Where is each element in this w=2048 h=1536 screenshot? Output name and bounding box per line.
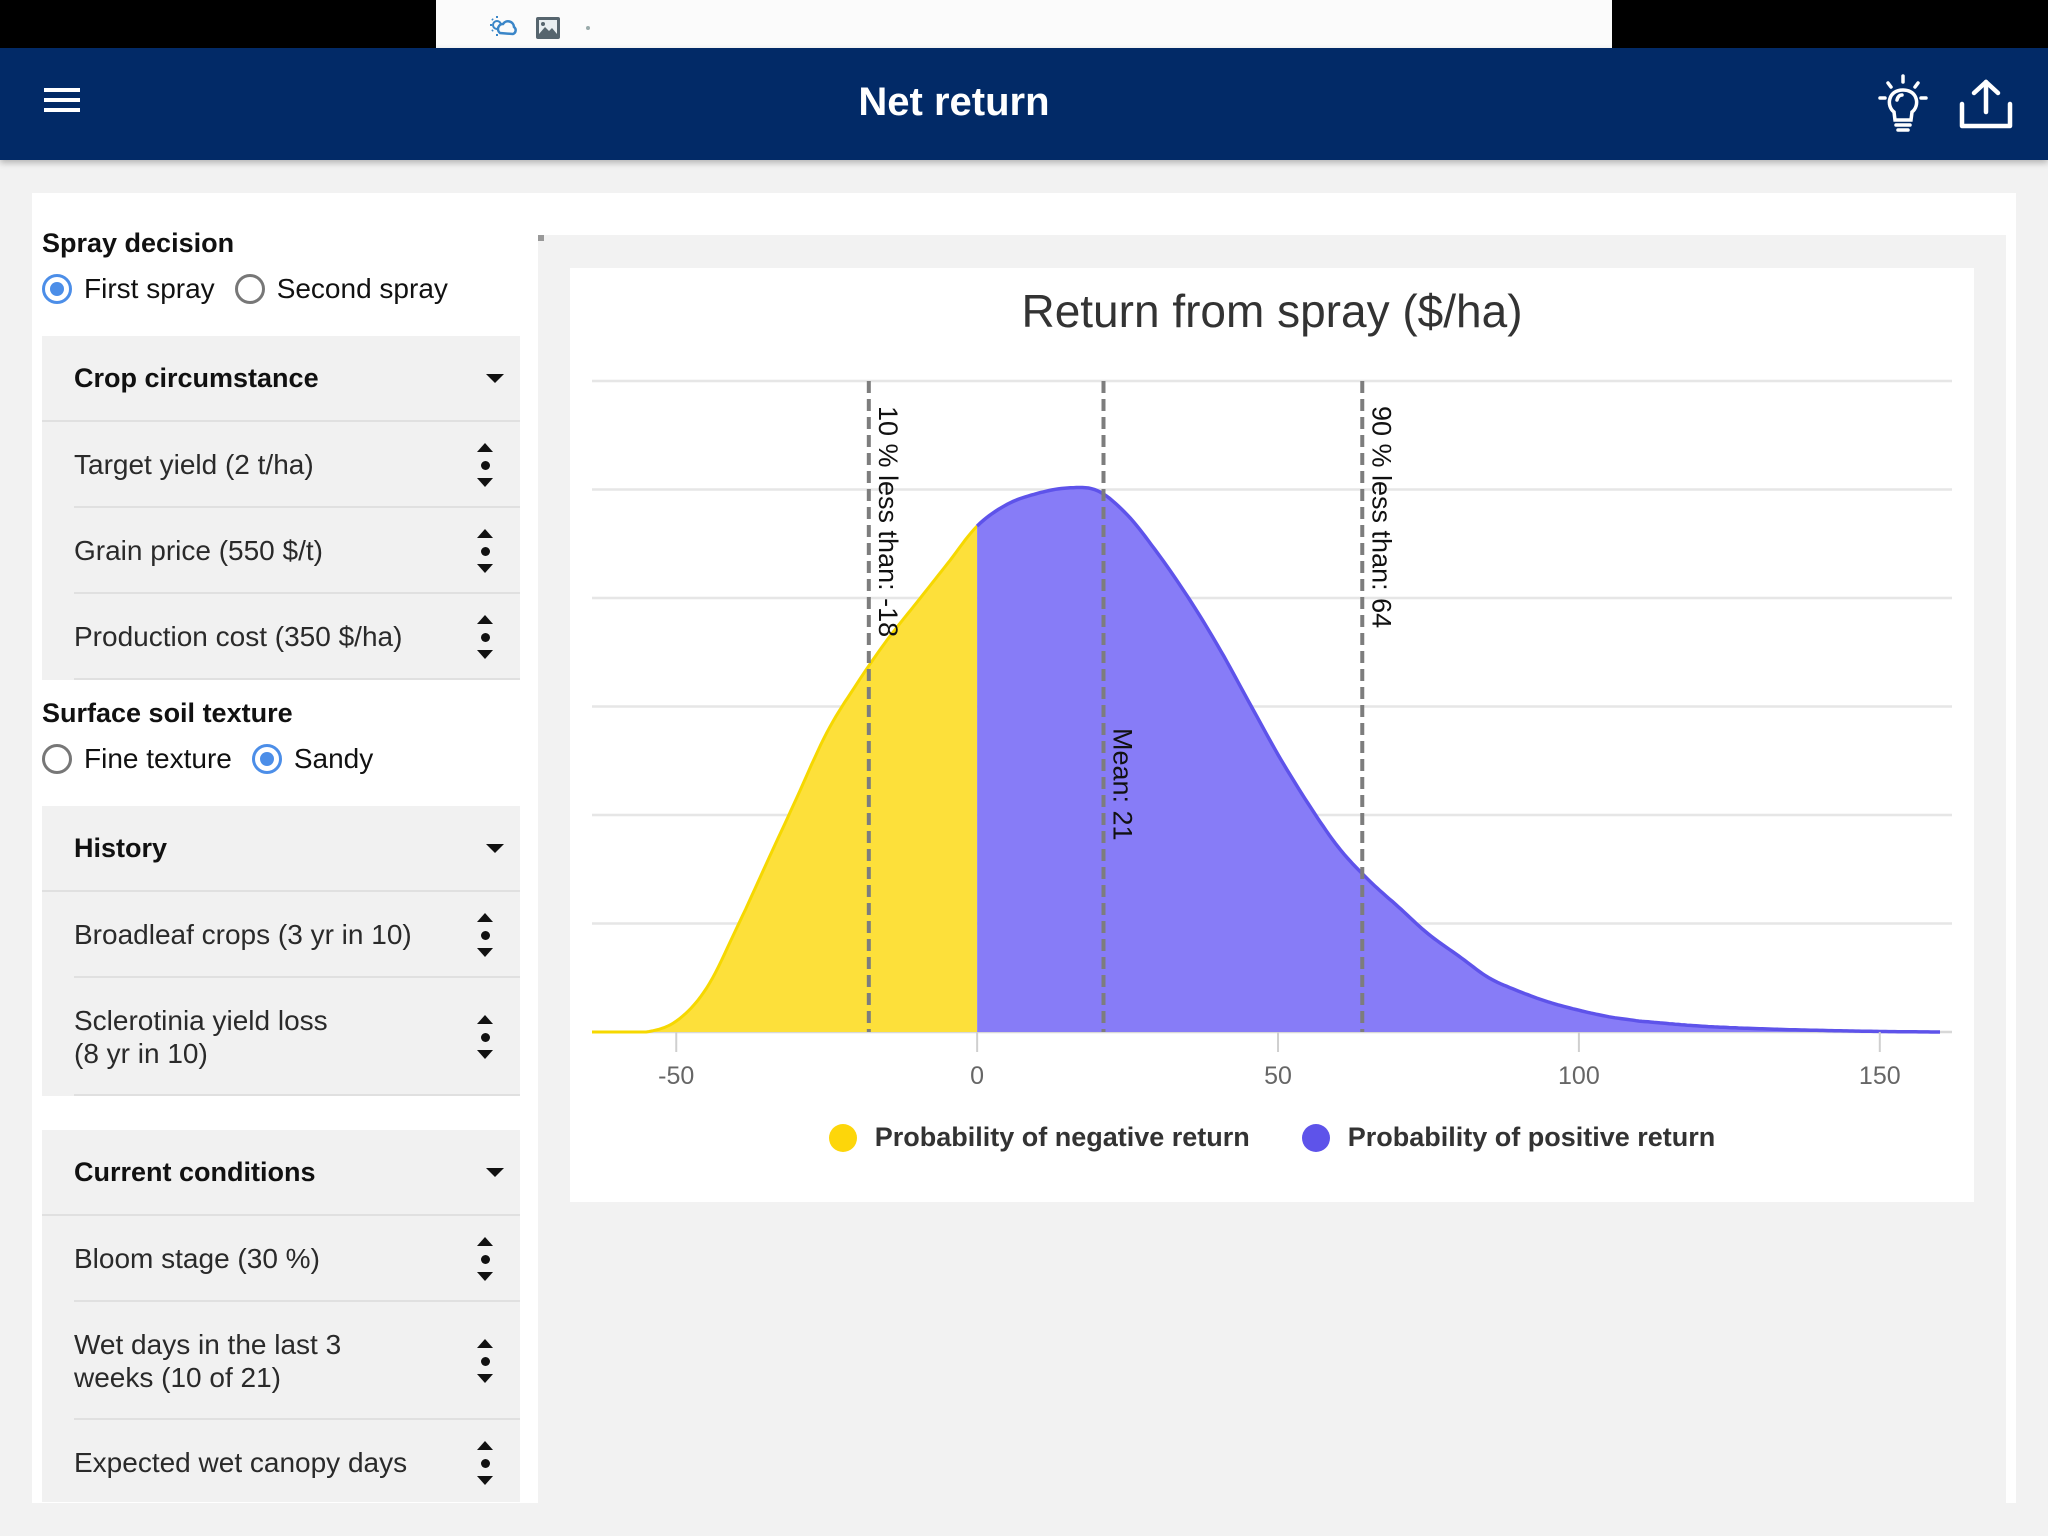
radio-label: Second spray bbox=[276, 273, 448, 304]
chart-legend: Probability of negative return Probabili… bbox=[570, 1122, 1974, 1153]
history-panel: History Broadleaf crops (3 yr in 10) Scl… bbox=[42, 806, 520, 1096]
reference-line-label: 10 % less than: -18 bbox=[873, 406, 903, 637]
caret-down-icon bbox=[486, 373, 504, 383]
radio-fine-texture[interactable]: Fine texture bbox=[42, 743, 232, 775]
spinner-icon[interactable] bbox=[474, 1237, 496, 1281]
item-label: Bloom stage (30 %) bbox=[74, 1243, 320, 1274]
radio-sandy[interactable]: Sandy bbox=[251, 743, 374, 775]
current-conditions-header[interactable]: Current conditions bbox=[42, 1130, 520, 1216]
legend-positive[interactable]: Probability of positive return bbox=[1301, 1122, 1716, 1153]
radio-label: Fine texture bbox=[84, 743, 232, 774]
item-label: Target yield (2 t/ha) bbox=[74, 449, 314, 480]
legend-label: Probability of negative return bbox=[874, 1122, 1250, 1152]
legend-dot-positive bbox=[1301, 1123, 1330, 1152]
target-yield-item[interactable]: Target yield (2 t/ha) bbox=[42, 422, 520, 508]
panel-title: Crop circumstance bbox=[74, 362, 319, 393]
bloom-stage-item[interactable]: Bloom stage (30 %) bbox=[42, 1216, 520, 1302]
item-label: Production cost (350 $/ha) bbox=[74, 621, 403, 652]
x-tick-label: 150 bbox=[1859, 1062, 1901, 1090]
wet-days-item[interactable]: Wet days in the last 3 weeks (10 of 21) bbox=[42, 1302, 520, 1420]
grain-price-item[interactable]: Grain price (550 $/t) bbox=[42, 508, 520, 594]
production-cost-item[interactable]: Production cost (350 $/ha) bbox=[42, 594, 520, 680]
spinner-icon[interactable] bbox=[474, 913, 496, 957]
sclerotinia-loss-item[interactable]: Sclerotinia yield loss (8 yr in 10) bbox=[42, 978, 520, 1096]
area-negative-return bbox=[592, 526, 978, 1032]
radio-second-spray[interactable]: Second spray bbox=[234, 273, 448, 305]
spinner-icon[interactable] bbox=[474, 1441, 496, 1485]
item-label: Grain price (550 $/t) bbox=[74, 535, 323, 566]
spinner-icon[interactable] bbox=[474, 529, 496, 573]
spinner-icon[interactable] bbox=[474, 443, 496, 487]
page-title: Net return bbox=[858, 80, 1050, 124]
x-tick-label: 100 bbox=[1558, 1062, 1600, 1090]
chart-card: Return from spray ($/ha) 10 % less than:… bbox=[570, 268, 1974, 1202]
reference-line-label: Mean: 21 bbox=[1108, 728, 1138, 841]
x-tick-label: 50 bbox=[1264, 1062, 1292, 1090]
chart-plot: 10 % less than: -18 Mean: 21 90 % less tha… bbox=[592, 379, 1952, 1090]
overflow-dot bbox=[586, 26, 590, 30]
caret-down-icon bbox=[486, 843, 504, 853]
x-tick-label: 0 bbox=[970, 1062, 984, 1090]
soil-texture-label: Surface soil texture bbox=[42, 698, 293, 728]
soil-texture-group: Fine texture Sandy bbox=[42, 726, 520, 792]
broadleaf-crops-item[interactable]: Broadleaf crops (3 yr in 10) bbox=[42, 892, 520, 978]
x-tick-label: -50 bbox=[658, 1062, 694, 1090]
resize-handle[interactable] bbox=[538, 235, 544, 241]
spinner-icon[interactable] bbox=[474, 1339, 496, 1383]
share-upload-icon[interactable] bbox=[1958, 78, 2014, 130]
weather-cloud-icon[interactable] bbox=[488, 12, 520, 44]
wet-canopy-days-item[interactable]: Expected wet canopy days bbox=[42, 1420, 520, 1502]
radio-label: Sandy bbox=[293, 743, 374, 774]
spinner-icon[interactable] bbox=[474, 615, 496, 659]
radio-unchecked-icon bbox=[42, 744, 72, 774]
app-bar: Net return bbox=[0, 48, 2048, 160]
caret-down-icon bbox=[486, 1167, 504, 1177]
image-icon[interactable] bbox=[532, 12, 564, 44]
lightbulb-icon[interactable] bbox=[1876, 74, 1930, 134]
radio-first-spray[interactable]: First spray bbox=[42, 273, 215, 305]
inputs-sidebar: Spray decision First spray Second spray … bbox=[42, 210, 520, 1502]
legend-dot-negative bbox=[828, 1123, 857, 1152]
item-label: Broadleaf crops (3 yr in 10) bbox=[74, 919, 412, 950]
reference-line-label: 90 % less than: 64 bbox=[1366, 406, 1396, 628]
history-header[interactable]: History bbox=[42, 806, 520, 892]
radio-checked-icon bbox=[42, 274, 72, 304]
item-label: Expected wet canopy days bbox=[74, 1447, 408, 1478]
radio-unchecked-icon bbox=[234, 274, 265, 304]
spray-decision-label: Spray decision bbox=[42, 228, 235, 258]
panel-title: Current conditions bbox=[74, 1156, 316, 1187]
crop-circumstance-header[interactable]: Crop circumstance bbox=[42, 336, 520, 422]
spray-decision-group: First spray Second spray bbox=[42, 256, 520, 322]
crop-circumstance-panel: Crop circumstance Target yield (2 t/ha) … bbox=[42, 336, 520, 680]
radio-checked-icon bbox=[251, 744, 282, 774]
legend-negative[interactable]: Probability of negative return bbox=[828, 1122, 1250, 1153]
item-label: Wet days in the last 3 weeks (10 of 21) bbox=[74, 1329, 342, 1393]
panel-title: History bbox=[74, 832, 168, 863]
legend-label: Probability of positive return bbox=[1347, 1122, 1716, 1152]
spinner-icon[interactable] bbox=[474, 1015, 496, 1059]
radio-label: First spray bbox=[84, 273, 215, 304]
item-label: Sclerotinia yield loss (8 yr in 10) bbox=[74, 1005, 328, 1069]
current-conditions-panel: Current conditions Bloom stage (30 %) We… bbox=[42, 1130, 520, 1502]
